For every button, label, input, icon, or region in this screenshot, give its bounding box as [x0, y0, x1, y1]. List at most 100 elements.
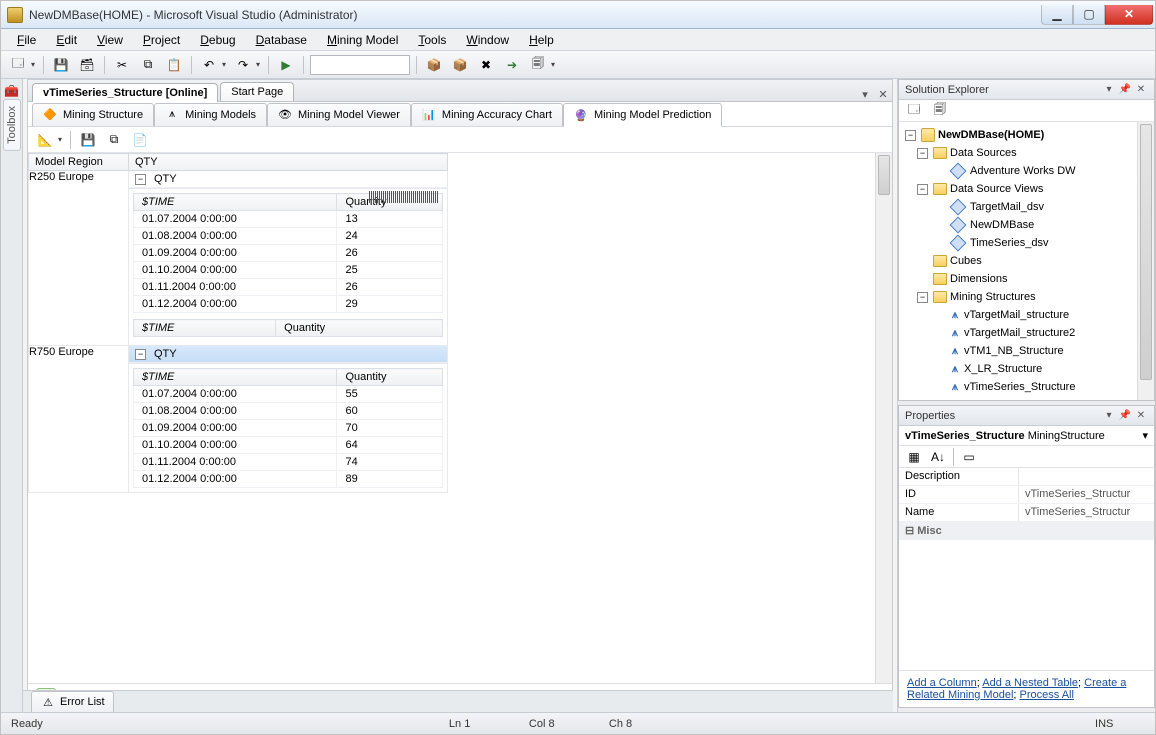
new-project-button[interactable]: 🗔 — [7, 54, 29, 76]
tree-expander-icon[interactable]: − — [905, 130, 916, 141]
property-row[interactable]: Description — [899, 468, 1154, 486]
redo-dropdown[interactable]: ▾ — [254, 60, 262, 69]
paste-button[interactable]: 📋 — [163, 54, 185, 76]
vertical-scrollbar[interactable] — [875, 153, 892, 683]
menu-database[interactable]: Database — [248, 31, 315, 49]
tree-ds-item[interactable]: Adventure Works DW — [901, 162, 1152, 180]
time-header[interactable]: $TIME — [134, 369, 337, 386]
property-value[interactable]: vTimeSeries_Structur — [1019, 486, 1154, 503]
subtab-mining-structure[interactable]: 🔶Mining Structure — [32, 103, 154, 126]
tree-dsv-item[interactable]: TargetMail_dsv — [901, 198, 1152, 216]
menu-tools[interactable]: Tools — [410, 31, 454, 49]
subtab-mining-accuracy-chart[interactable]: 📊Mining Accuracy Chart — [411, 103, 563, 126]
tree-dimensions[interactable]: Dimensions — [901, 270, 1152, 288]
column-header[interactable]: QTY — [129, 154, 448, 171]
tree-project[interactable]: −NewDMBase(HOME) — [901, 126, 1152, 144]
table-row[interactable]: 01.07.2004 0:00:0013 — [134, 211, 443, 228]
property-row[interactable]: IDvTimeSeries_Structur — [899, 486, 1154, 504]
table-row[interactable]: 01.10.2004 0:00:0025 — [134, 262, 443, 279]
table-row[interactable]: 01.11.2004 0:00:0074 — [134, 454, 443, 471]
start-button[interactable]: ▶ — [275, 54, 297, 76]
time-header[interactable]: $TIME — [134, 320, 276, 337]
model-region-cell[interactable]: R750 Europe — [29, 346, 129, 493]
column-header[interactable]: Model Region — [29, 154, 129, 171]
menu-file[interactable]: File — [9, 31, 44, 49]
minimize-button[interactable] — [1041, 5, 1073, 25]
table-row[interactable]: 01.12.2004 0:00:0089 — [134, 471, 443, 488]
redo-button[interactable]: ↷ — [232, 54, 254, 76]
table-row[interactable]: 01.08.2004 0:00:0024 — [134, 228, 443, 245]
time-header[interactable]: $TIME — [134, 194, 337, 211]
table-row[interactable]: 01.12.2004 0:00:0029 — [134, 296, 443, 313]
undo-button[interactable]: ↶ — [198, 54, 220, 76]
properties-grid[interactable]: DescriptionIDvTimeSeries_StructurNamevTi… — [899, 468, 1154, 670]
new-project-dropdown[interactable]: ▾ — [29, 60, 37, 69]
qty-row[interactable]: −QTY — [129, 346, 447, 363]
table-row[interactable]: 01.11.2004 0:00:0026 — [134, 279, 443, 296]
save-button[interactable]: 💾 — [50, 54, 72, 76]
menu-project[interactable]: Project — [135, 31, 188, 49]
error-list-tab[interactable]: ⚠ Error List — [31, 691, 114, 712]
tab-close-button[interactable]: ✕ — [876, 87, 890, 101]
save-all-button[interactable]: 🗃 — [76, 54, 98, 76]
tab-active-doc[interactable]: vTimeSeries_Structure [Online] — [32, 83, 218, 102]
properties-button[interactable]: 🗔 — [903, 100, 925, 122]
save-query-button[interactable]: 💾 — [77, 129, 99, 151]
menu-window[interactable]: Window — [458, 31, 517, 49]
panel-close-icon[interactable]: ✕ — [1134, 83, 1148, 97]
add-nested-table-link[interactable]: Add a Nested Table — [982, 677, 1078, 689]
process-all-link[interactable]: Process All — [1020, 689, 1074, 701]
property-category[interactable]: ⊟ Misc — [899, 522, 1154, 540]
collapse-icon[interactable]: − — [135, 349, 146, 360]
property-value[interactable] — [1019, 468, 1154, 485]
alphabetical-button[interactable]: A↓ — [927, 446, 949, 468]
copy-query-button[interactable]: ⧉ — [103, 129, 125, 151]
tree-dsv[interactable]: −Data Source Views — [901, 180, 1152, 198]
solution-tree[interactable]: −NewDMBase(HOME)−Data SourcesAdventure W… — [899, 122, 1154, 400]
menu-mining-model[interactable]: Mining Model — [319, 31, 406, 49]
quantity-header[interactable]: Quantity — [276, 320, 443, 337]
table-row[interactable]: 01.09.2004 0:00:0026 — [134, 245, 443, 262]
subtab-mining-models[interactable]: ⩚Mining Models — [154, 103, 267, 126]
tree-scrollbar[interactable] — [1137, 122, 1154, 400]
config-button[interactable]: ✖ — [475, 54, 497, 76]
add-column-link[interactable]: Add a Column — [907, 677, 977, 689]
table-row[interactable]: 01.08.2004 0:00:0060 — [134, 403, 443, 420]
find-combo[interactable] — [310, 55, 410, 75]
copy-button[interactable]: ⧉ — [137, 54, 159, 76]
tree-mining-item[interactable]: ⩚vTargetMail_structure — [901, 306, 1152, 324]
tree-mining-item[interactable]: ⩚vTimeSeries_Structure — [901, 378, 1152, 396]
tree-expander-icon[interactable]: − — [917, 184, 928, 195]
tree-mining-item[interactable]: ⩚vTM1_NB_Structure — [901, 342, 1152, 360]
tree-cubes[interactable]: Cubes — [901, 252, 1152, 270]
toolbox-tab[interactable]: Toolbox — [3, 99, 21, 151]
tab-overflow-dropdown[interactable]: ▾ — [858, 87, 872, 101]
tree-mining-item[interactable]: ⩚X_LR_Structure — [901, 360, 1152, 378]
categorized-button[interactable]: ▦ — [903, 446, 925, 468]
model-region-cell[interactable]: R250 Europe — [29, 171, 129, 346]
subtab-mining-model-prediction[interactable]: 🔮Mining Model Prediction — [563, 103, 722, 127]
panel-close-icon[interactable]: ✕ — [1134, 409, 1148, 423]
process-button[interactable]: ➔ — [501, 54, 523, 76]
property-row[interactable]: NamevTimeSeries_Structur — [899, 504, 1154, 522]
panel-pin-icon[interactable]: 📌 — [1118, 409, 1132, 423]
tree-dsv-item[interactable]: NewDMBase — [901, 216, 1152, 234]
menu-help[interactable]: Help — [521, 31, 562, 49]
menu-debug[interactable]: Debug — [192, 31, 243, 49]
panel-pin-icon[interactable]: 📌 — [1118, 83, 1132, 97]
collapse-icon[interactable]: − — [135, 174, 146, 185]
tree-mining[interactable]: −Mining Structures — [901, 288, 1152, 306]
tab-start-page[interactable]: Start Page — [220, 82, 294, 101]
browse-dropdown[interactable]: ▾ — [549, 60, 557, 69]
design-sql-dropdown[interactable]: ▾ — [56, 135, 64, 144]
table-row[interactable]: 01.07.2004 0:00:0055 — [134, 386, 443, 403]
close-button[interactable] — [1105, 5, 1153, 25]
table-row[interactable]: 01.09.2004 0:00:0070 — [134, 420, 443, 437]
maximize-button[interactable] — [1073, 5, 1105, 25]
tree-expander-icon[interactable]: − — [917, 148, 928, 159]
quantity-header[interactable]: Quantity — [337, 369, 443, 386]
tree-mining-item[interactable]: ⩚vTargetMail_structure2 — [901, 324, 1152, 342]
property-pages-button[interactable]: ▭ — [958, 446, 980, 468]
menu-edit[interactable]: Edit — [48, 31, 85, 49]
subtab-mining-model-viewer[interactable]: 👁Mining Model Viewer — [267, 103, 411, 126]
